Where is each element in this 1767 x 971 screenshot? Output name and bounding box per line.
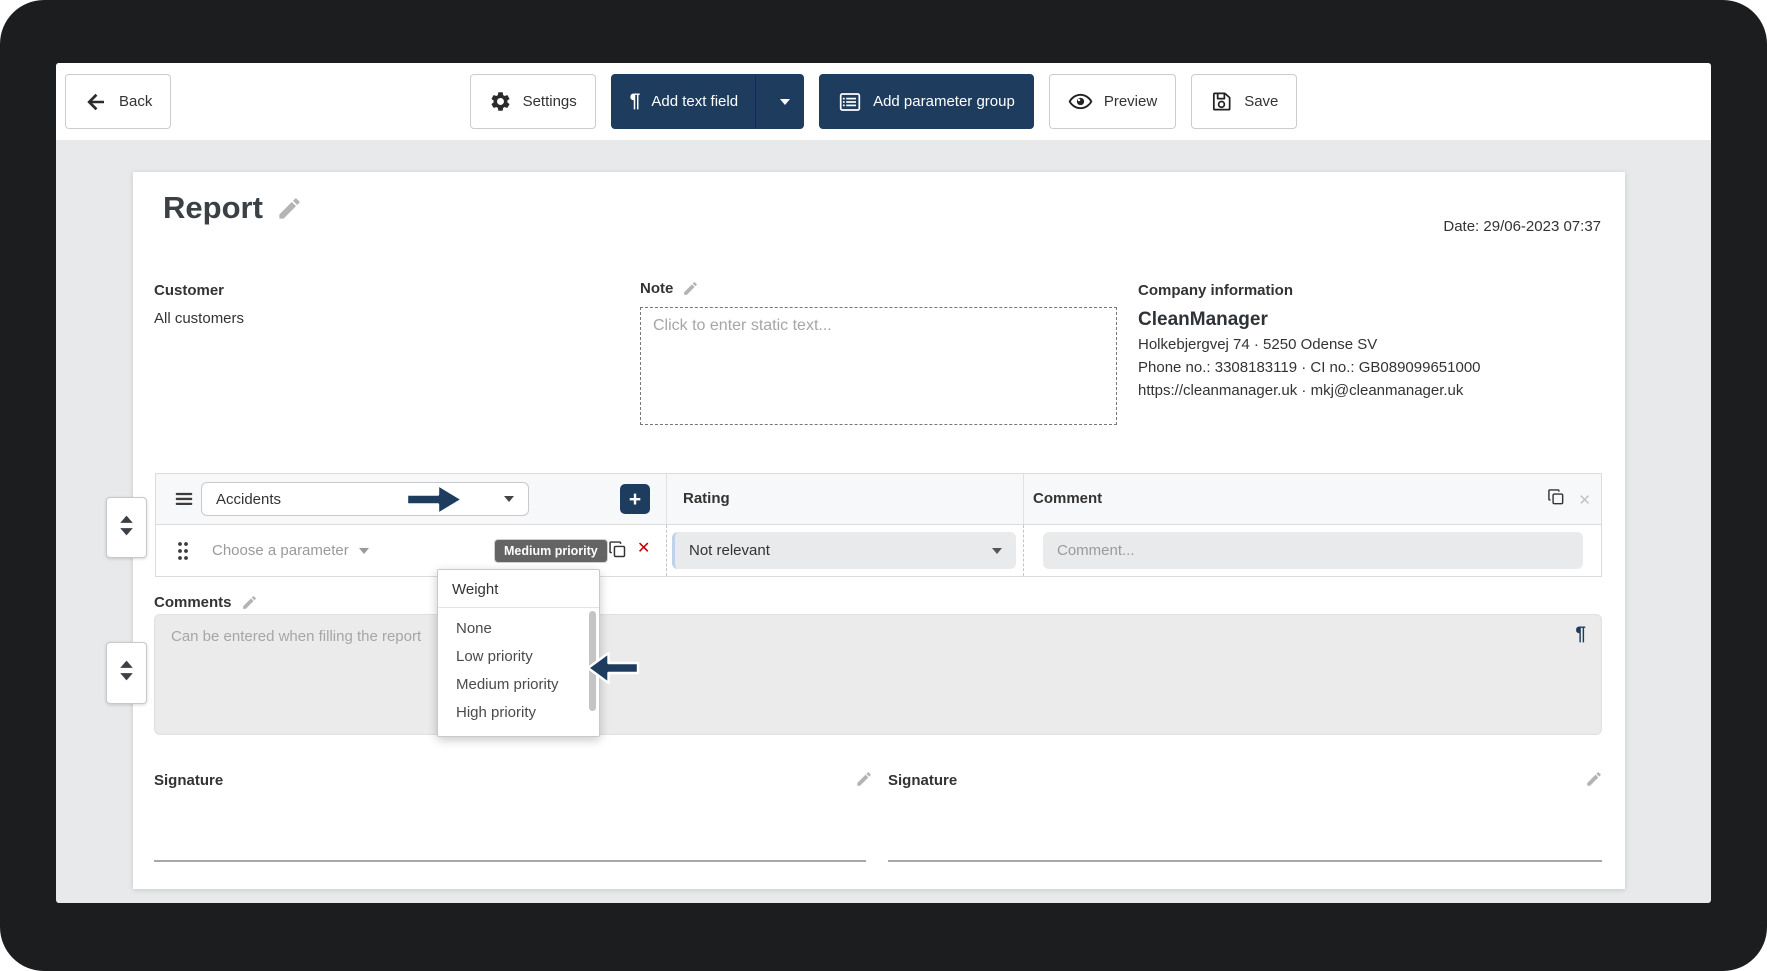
rating-select-value: Not relevant: [689, 542, 770, 559]
note-placeholder: Click to enter static text...: [653, 317, 832, 334]
company-web-mail: https://cleanmanager.uk · mkj@cleanmanag…: [1138, 382, 1464, 399]
weight-option-none[interactable]: None: [438, 615, 599, 643]
edit-title-pencil-icon[interactable]: [276, 195, 303, 222]
company-info-section: Company information CleanManager Holkebj…: [1138, 282, 1618, 400]
add-parameter-button[interactable]: +: [620, 484, 650, 514]
column-divider: [1023, 474, 1024, 524]
edit-signature-right-pencil-icon[interactable]: [1585, 770, 1603, 788]
group-drag-handle-icon[interactable]: [173, 488, 195, 515]
column-divider: [666, 474, 667, 524]
save-icon: [1210, 90, 1233, 113]
up-down-arrows-icon: [118, 514, 135, 542]
parameter-select[interactable]: Choose a parameter: [212, 525, 369, 576]
edit-comments-pencil-icon[interactable]: [241, 594, 258, 611]
chevron-down-icon: [780, 98, 791, 105]
rating-select[interactable]: Not relevant: [672, 532, 1016, 569]
preview-button[interactable]: Preview: [1048, 74, 1177, 129]
add-text-field-button[interactable]: ¶ Add text field: [610, 74, 805, 129]
toolbar: Back Settings ¶ Add text field Add param…: [56, 63, 1711, 140]
duplicate-group-icon[interactable]: [1546, 487, 1566, 512]
weight-dropdown-list: None Low priority Medium priority High p…: [438, 608, 599, 736]
signature-right-label: Signature: [888, 772, 958, 789]
reorder-handle-parameter-group[interactable]: [106, 497, 147, 558]
group-select-value: Accidents: [216, 490, 282, 508]
toolbar-center: Settings ¶ Add text field Add parameter …: [56, 74, 1711, 129]
add-parameter-group-label: Add parameter group: [873, 93, 1015, 110]
parameter-row: Choose a parameter Medium priority ✕ Not…: [156, 525, 1601, 576]
weight-dropdown-header: Weight: [438, 570, 599, 608]
company-name: CleanManager: [1138, 309, 1268, 330]
save-button[interactable]: Save: [1191, 74, 1298, 129]
signature-left-label: Signature: [154, 772, 224, 789]
parameter-select-placeholder: Choose a parameter: [212, 542, 349, 559]
chevron-down-icon: [504, 496, 514, 502]
weight-option-high[interactable]: High priority: [438, 699, 599, 727]
pilcrow-icon: ¶: [1575, 624, 1586, 645]
parameter-group-panel: Accidents + Rating Comment ✕ Choose a pa…: [155, 473, 1602, 577]
parameter-list-icon: [838, 90, 862, 114]
screenshot-frame: Back Settings ¶ Add text field Add param…: [0, 0, 1767, 971]
edit-signature-left-pencil-icon[interactable]: [855, 770, 873, 788]
report-card: Report Date: 29/06-2023 07:37 Customer A…: [133, 172, 1625, 889]
chevron-down-icon: [358, 547, 369, 554]
parameter-drag-handle-icon[interactable]: [176, 540, 190, 567]
weight-option-medium[interactable]: Medium priority: [438, 671, 599, 699]
note-static-text-box[interactable]: Click to enter static text...: [640, 307, 1117, 425]
weight-option-low[interactable]: Low priority: [438, 643, 599, 671]
page-title: Report: [163, 190, 263, 225]
duplicate-parameter-icon[interactable]: [607, 539, 628, 565]
note-section: Note Click to enter static text...: [640, 280, 1117, 425]
rating-column-header: Rating: [683, 490, 730, 507]
comment-input[interactable]: [1043, 532, 1583, 569]
signature-right-line: [888, 860, 1602, 862]
signature-left-line: [154, 860, 866, 862]
comment-column-header: Comment: [1033, 490, 1103, 507]
note-label: Note: [640, 280, 674, 297]
comments-label: Comments: [154, 594, 232, 611]
reorder-handle-comments[interactable]: [106, 642, 147, 704]
split-divider: [755, 75, 757, 128]
settings-button[interactable]: Settings: [469, 74, 596, 129]
edit-note-pencil-icon[interactable]: [682, 280, 699, 297]
group-select[interactable]: Accidents: [201, 482, 529, 516]
customer-value: All customers: [154, 310, 245, 327]
company-phone-ci: Phone no.: 3308183119 · CI no.: GB089099…: [1138, 359, 1481, 376]
add-text-field-label: Add text field: [651, 93, 739, 110]
up-down-arrows-icon: [118, 659, 135, 687]
remove-parameter-icon[interactable]: ✕: [637, 541, 650, 557]
weight-badge[interactable]: Medium priority: [494, 539, 608, 563]
comments-section-label: Comments: [154, 594, 258, 611]
customer-section: Customer All customers: [154, 282, 244, 327]
chevron-down-icon: [992, 547, 1002, 554]
annotation-arrow-left-icon: [585, 649, 640, 692]
settings-label: Settings: [522, 93, 577, 110]
annotation-arrow-right-icon: [405, 481, 465, 523]
comments-textarea[interactable]: Can be entered when filling the report ¶: [154, 614, 1602, 735]
gear-icon: [489, 90, 512, 113]
add-parameter-group-button[interactable]: Add parameter group: [819, 74, 1034, 129]
report-date: Date: 29/06-2023 07:37: [1443, 218, 1601, 235]
remove-group-icon[interactable]: ✕: [1578, 491, 1591, 509]
plus-icon: +: [628, 487, 642, 511]
column-divider: [666, 525, 667, 576]
company-address: Holkebjergvej 74 · 5250 Odense SV: [1138, 336, 1378, 353]
app-window: Back Settings ¶ Add text field Add param…: [56, 63, 1711, 903]
company-info-label: Company information: [1138, 282, 1294, 299]
save-label: Save: [1244, 93, 1279, 110]
eye-icon: [1068, 89, 1093, 114]
preview-label: Preview: [1103, 93, 1158, 110]
pilcrow-icon: ¶: [629, 91, 641, 112]
add-text-field-dropdown-toggle[interactable]: [767, 75, 803, 128]
column-divider: [1023, 525, 1024, 576]
weight-dropdown-menu: Weight None Low priority Medium priority…: [437, 569, 600, 737]
customer-label: Customer: [154, 282, 225, 299]
comments-placeholder: Can be entered when filling the report: [171, 628, 422, 645]
parameter-group-header: Accidents + Rating Comment ✕: [156, 474, 1601, 525]
